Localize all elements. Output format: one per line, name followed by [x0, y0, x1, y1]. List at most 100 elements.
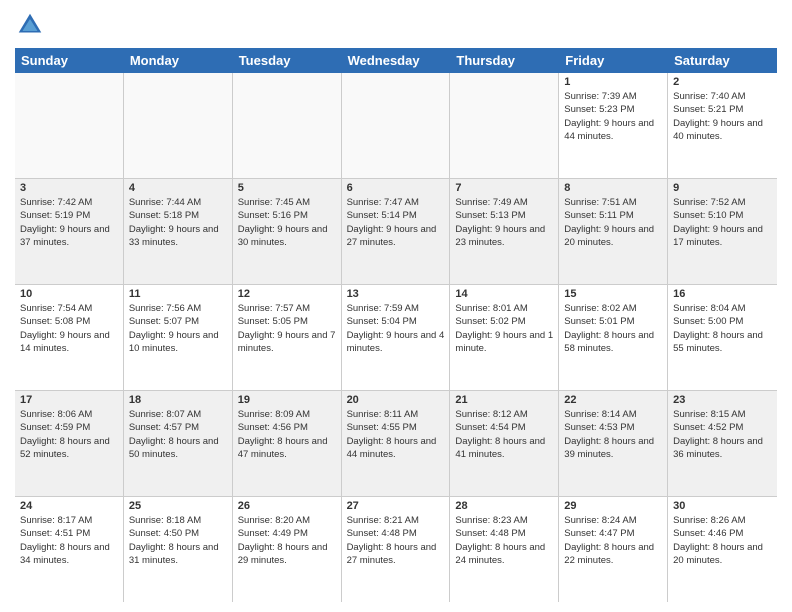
- page: SundayMondayTuesdayWednesdayThursdayFrid…: [0, 0, 792, 612]
- day-info: Sunrise: 8:04 AMSunset: 5:00 PMDaylight:…: [673, 302, 772, 355]
- calendar-cell: 11 Sunrise: 7:56 AMSunset: 5:07 PMDayligh…: [124, 285, 233, 390]
- day-info: Sunrise: 8:15 AMSunset: 4:52 PMDaylight:…: [673, 408, 772, 461]
- calendar-cell: [233, 73, 342, 178]
- day-info: Sunrise: 8:23 AMSunset: 4:48 PMDaylight:…: [455, 514, 553, 567]
- day-info: Sunrise: 7:49 AMSunset: 5:13 PMDaylight:…: [455, 196, 553, 249]
- day-number: 24: [20, 500, 118, 512]
- calendar-cell: 4 Sunrise: 7:44 AMSunset: 5:18 PMDaylight…: [124, 179, 233, 284]
- day-info: Sunrise: 7:47 AMSunset: 5:14 PMDaylight:…: [347, 196, 445, 249]
- day-number: 20: [347, 394, 445, 406]
- day-number: 11: [129, 288, 227, 300]
- calendar-row: 17 Sunrise: 8:06 AMSunset: 4:59 PMDayligh…: [15, 391, 777, 497]
- day-number: 27: [347, 500, 445, 512]
- calendar-cell: 1 Sunrise: 7:39 AMSunset: 5:23 PMDaylight…: [559, 73, 668, 178]
- calendar-cell: 10 Sunrise: 7:54 AMSunset: 5:08 PMDayligh…: [15, 285, 124, 390]
- day-info: Sunrise: 8:02 AMSunset: 5:01 PMDaylight:…: [564, 302, 662, 355]
- weekday-header: Thursday: [450, 48, 559, 73]
- calendar-cell: 15 Sunrise: 8:02 AMSunset: 5:01 PMDayligh…: [559, 285, 668, 390]
- day-number: 15: [564, 288, 662, 300]
- day-info: Sunrise: 8:01 AMSunset: 5:02 PMDaylight:…: [455, 302, 553, 355]
- calendar-cell: [124, 73, 233, 178]
- day-info: Sunrise: 8:24 AMSunset: 4:47 PMDaylight:…: [564, 514, 662, 567]
- day-number: 21: [455, 394, 553, 406]
- day-info: Sunrise: 8:26 AMSunset: 4:46 PMDaylight:…: [673, 514, 772, 567]
- calendar-cell: 22 Sunrise: 8:14 AMSunset: 4:53 PMDayligh…: [559, 391, 668, 496]
- day-number: 25: [129, 500, 227, 512]
- day-info: Sunrise: 7:57 AMSunset: 5:05 PMDaylight:…: [238, 302, 336, 355]
- calendar-cell: 30 Sunrise: 8:26 AMSunset: 4:46 PMDayligh…: [668, 497, 777, 602]
- day-number: 6: [347, 182, 445, 194]
- day-number: 4: [129, 182, 227, 194]
- day-number: 10: [20, 288, 118, 300]
- day-number: 30: [673, 500, 772, 512]
- day-number: 18: [129, 394, 227, 406]
- calendar-cell: 28 Sunrise: 8:23 AMSunset: 4:48 PMDayligh…: [450, 497, 559, 602]
- day-info: Sunrise: 8:12 AMSunset: 4:54 PMDaylight:…: [455, 408, 553, 461]
- calendar-cell: [342, 73, 451, 178]
- calendar-row: 1 Sunrise: 7:39 AMSunset: 5:23 PMDaylight…: [15, 73, 777, 179]
- day-info: Sunrise: 8:18 AMSunset: 4:50 PMDaylight:…: [129, 514, 227, 567]
- day-info: Sunrise: 7:51 AMSunset: 5:11 PMDaylight:…: [564, 196, 662, 249]
- day-number: 1: [564, 76, 662, 88]
- calendar-cell: [450, 73, 559, 178]
- day-number: 14: [455, 288, 553, 300]
- logo-icon: [15, 10, 45, 40]
- header: [15, 10, 777, 40]
- day-number: 16: [673, 288, 772, 300]
- calendar-header: SundayMondayTuesdayWednesdayThursdayFrid…: [15, 48, 777, 73]
- calendar-cell: 9 Sunrise: 7:52 AMSunset: 5:10 PMDaylight…: [668, 179, 777, 284]
- day-info: Sunrise: 8:20 AMSunset: 4:49 PMDaylight:…: [238, 514, 336, 567]
- calendar-cell: 6 Sunrise: 7:47 AMSunset: 5:14 PMDaylight…: [342, 179, 451, 284]
- day-info: Sunrise: 8:06 AMSunset: 4:59 PMDaylight:…: [20, 408, 118, 461]
- calendar-row: 10 Sunrise: 7:54 AMSunset: 5:08 PMDayligh…: [15, 285, 777, 391]
- weekday-header: Saturday: [668, 48, 777, 73]
- day-info: Sunrise: 8:14 AMSunset: 4:53 PMDaylight:…: [564, 408, 662, 461]
- day-info: Sunrise: 8:21 AMSunset: 4:48 PMDaylight:…: [347, 514, 445, 567]
- calendar-cell: 7 Sunrise: 7:49 AMSunset: 5:13 PMDaylight…: [450, 179, 559, 284]
- calendar-cell: 13Sunrise: 7:59 AMSunset: 5:04 PMDayligh…: [342, 285, 451, 390]
- calendar-cell: 17 Sunrise: 8:06 AMSunset: 4:59 PMDayligh…: [15, 391, 124, 496]
- calendar-body: 1 Sunrise: 7:39 AMSunset: 5:23 PMDaylight…: [15, 73, 777, 602]
- day-number: 22: [564, 394, 662, 406]
- calendar-cell: 18 Sunrise: 8:07 AMSunset: 4:57 PMDayligh…: [124, 391, 233, 496]
- calendar-cell: 20Sunrise: 8:11 AMSunset: 4:55 PMDayligh…: [342, 391, 451, 496]
- day-info: Sunrise: 7:45 AMSunset: 5:16 PMDaylight:…: [238, 196, 336, 249]
- day-info: Sunrise: 8:07 AMSunset: 4:57 PMDaylight:…: [129, 408, 227, 461]
- logo: [15, 10, 49, 40]
- day-number: 2: [673, 76, 772, 88]
- day-info: Sunrise: 7:56 AMSunset: 5:07 PMDaylight:…: [129, 302, 227, 355]
- calendar-cell: 12Sunrise: 7:57 AMSunset: 5:05 PMDayligh…: [233, 285, 342, 390]
- day-number: 28: [455, 500, 553, 512]
- day-number: 9: [673, 182, 772, 194]
- calendar-cell: 24 Sunrise: 8:17 AMSunset: 4:51 PMDayligh…: [15, 497, 124, 602]
- calendar-row: 3Sunrise: 7:42 AMSunset: 5:19 PMDaylight…: [15, 179, 777, 285]
- day-number: 17: [20, 394, 118, 406]
- day-number: 13: [347, 288, 445, 300]
- weekday-header: Friday: [559, 48, 668, 73]
- day-number: 8: [564, 182, 662, 194]
- calendar-cell: 23 Sunrise: 8:15 AMSunset: 4:52 PMDayligh…: [668, 391, 777, 496]
- day-number: 7: [455, 182, 553, 194]
- calendar: SundayMondayTuesdayWednesdayThursdayFrid…: [15, 48, 777, 602]
- calendar-cell: [15, 73, 124, 178]
- calendar-cell: 5Sunrise: 7:45 AMSunset: 5:16 PMDaylight…: [233, 179, 342, 284]
- weekday-header: Tuesday: [233, 48, 342, 73]
- calendar-cell: 2Sunrise: 7:40 AMSunset: 5:21 PMDaylight…: [668, 73, 777, 178]
- day-number: 23: [673, 394, 772, 406]
- day-info: Sunrise: 7:52 AMSunset: 5:10 PMDaylight:…: [673, 196, 772, 249]
- day-info: Sunrise: 8:17 AMSunset: 4:51 PMDaylight:…: [20, 514, 118, 567]
- day-info: Sunrise: 7:54 AMSunset: 5:08 PMDaylight:…: [20, 302, 118, 355]
- day-number: 26: [238, 500, 336, 512]
- calendar-cell: 19Sunrise: 8:09 AMSunset: 4:56 PMDayligh…: [233, 391, 342, 496]
- weekday-header: Monday: [124, 48, 233, 73]
- calendar-cell: 3Sunrise: 7:42 AMSunset: 5:19 PMDaylight…: [15, 179, 124, 284]
- calendar-cell: 16 Sunrise: 8:04 AMSunset: 5:00 PMDayligh…: [668, 285, 777, 390]
- weekday-header: Wednesday: [342, 48, 451, 73]
- calendar-cell: 29Sunrise: 8:24 AMSunset: 4:47 PMDayligh…: [559, 497, 668, 602]
- calendar-cell: 21 Sunrise: 8:12 AMSunset: 4:54 PMDayligh…: [450, 391, 559, 496]
- day-number: 3: [20, 182, 118, 194]
- day-info: Sunrise: 7:44 AMSunset: 5:18 PMDaylight:…: [129, 196, 227, 249]
- day-number: 19: [238, 394, 336, 406]
- weekday-header: Sunday: [15, 48, 124, 73]
- day-info: Sunrise: 7:39 AMSunset: 5:23 PMDaylight:…: [564, 90, 662, 143]
